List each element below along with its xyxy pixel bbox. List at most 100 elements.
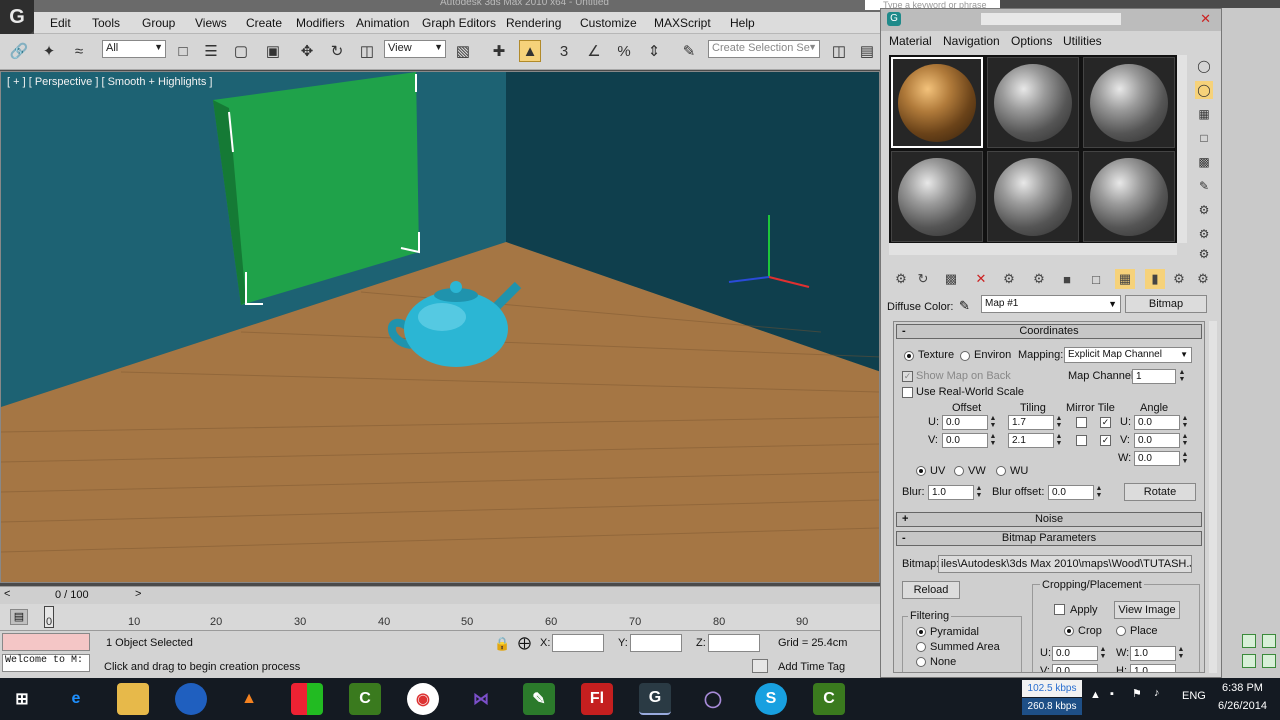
tile-v-checkbox[interactable]: ✓ [1100, 435, 1111, 446]
assign-material-icon[interactable]: ▩ [941, 269, 961, 289]
edit-named-selection-icon[interactable]: ✎ [678, 40, 700, 62]
angle-v-spinner[interactable]: ▲ ▼ [1181, 433, 1189, 448]
blur-spinner[interactable]: ▲ ▼ [975, 485, 983, 500]
offset-v-spinner[interactable]: ▲ ▼ [989, 433, 997, 448]
material-map-navigator-icon[interactable]: ⚙ [1195, 245, 1213, 263]
options-icon[interactable]: ⚙ [1195, 201, 1213, 219]
menu-graph-editors[interactable]: Graph Editors [422, 16, 496, 30]
blur-offset-field[interactable]: 0.0 [1048, 485, 1094, 500]
go-to-parent-icon[interactable]: ▮ [1145, 269, 1165, 289]
noise-rollout-header[interactable]: + Noise [896, 512, 1202, 527]
z-coordinate-field[interactable] [708, 634, 760, 652]
tile-u-checkbox[interactable]: ✓ [1100, 417, 1111, 428]
apply-checkbox[interactable] [1054, 604, 1065, 615]
visual-studio-icon[interactable]: ⋈ [465, 683, 497, 715]
background-icon[interactable]: ▦ [1195, 105, 1213, 123]
skype-icon[interactable]: S [755, 683, 787, 715]
viewport-label[interactable]: [ + ] [ Perspective ] [ Smooth + Highlig… [7, 76, 212, 88]
orbit-icon[interactable] [1262, 654, 1276, 668]
material-editor-titlebar[interactable]: G ✕ [881, 9, 1221, 31]
uv-radio[interactable] [916, 466, 926, 476]
angle-u-field[interactable]: 0.0 [1134, 415, 1180, 430]
menu-customize[interactable]: Customize [580, 16, 637, 30]
flash-icon[interactable]: Fl [581, 683, 613, 715]
menu-modifiers[interactable]: Modifiers [296, 16, 345, 30]
place-radio[interactable] [1116, 626, 1126, 636]
texture-radio[interactable] [904, 351, 914, 361]
crop-radio[interactable] [1064, 626, 1074, 636]
offset-u-spinner[interactable]: ▲ ▼ [989, 415, 997, 430]
move-icon[interactable]: ✥ [296, 40, 318, 62]
video-color-check-icon[interactable]: ▩ [1195, 153, 1213, 171]
maxscript-mini-listener[interactable]: Welcome to M: [2, 654, 90, 672]
slots-scrollbar[interactable] [1177, 55, 1187, 243]
go-forward-icon[interactable]: ⚙ [1169, 269, 1189, 289]
menu-options[interactable]: Options [1011, 34, 1052, 48]
offset-u-field[interactable]: 0.0 [942, 415, 988, 430]
map-channel-field[interactable]: 1 [1132, 369, 1176, 384]
clock-time[interactable]: 6:38 PM [1222, 682, 1263, 694]
crop-v-field[interactable]: 0.0 [1052, 664, 1098, 672]
map-type-button[interactable]: Bitmap [1125, 295, 1207, 313]
summed-area-radio[interactable] [916, 642, 926, 652]
menu-rendering[interactable]: Rendering [506, 16, 561, 30]
pivot-center-icon[interactable]: ▧ [452, 40, 474, 62]
sample-slot-5[interactable] [987, 151, 1079, 242]
camtasia-icon[interactable]: C [349, 683, 381, 715]
tiling-v-field[interactable]: 2.1 [1008, 433, 1054, 448]
angle-w-field[interactable]: 0.0 [1134, 451, 1180, 466]
selection-filter-dropdown[interactable]: All ▼ [102, 40, 166, 58]
slots-hscrollbar[interactable] [889, 243, 1177, 255]
scale-icon[interactable]: ◫ [356, 40, 378, 62]
3ds-max-taskbar-icon[interactable]: G [639, 683, 671, 715]
angle-w-spinner[interactable]: ▲ ▼ [1181, 451, 1189, 466]
menu-tools[interactable]: Tools [92, 16, 120, 30]
map-channel-spinner[interactable]: ▲ ▼ [1178, 369, 1186, 384]
tiling-u-field[interactable]: 1.7 [1008, 415, 1054, 430]
wu-radio[interactable] [996, 466, 1006, 476]
crop-w-spinner[interactable]: ▲ ▼ [1177, 646, 1185, 661]
maxscript-listener-top[interactable] [2, 633, 90, 651]
reset-map-icon[interactable]: ✕ [971, 269, 991, 289]
language-indicator[interactable]: ENG [1182, 690, 1206, 702]
crop-w-field[interactable]: 1.0 [1130, 646, 1176, 661]
window-crossing-icon[interactable]: ▣ [262, 40, 284, 62]
percent-snap-icon[interactable]: % [613, 40, 635, 62]
menu-help[interactable]: Help [730, 16, 755, 30]
uv-tiling-icon[interactable]: □ [1195, 129, 1213, 147]
make-unique-icon[interactable]: ⚙ [999, 269, 1019, 289]
tiling-v-spinner[interactable]: ▲ ▼ [1055, 433, 1063, 448]
orbit-app-icon[interactable]: ◯ [697, 683, 729, 715]
keyboard-shortcut-override-icon[interactable]: ▲ [519, 40, 541, 62]
link-icon[interactable]: 🔗 [8, 40, 30, 62]
menu-views[interactable]: Views [195, 16, 227, 30]
track-bar[interactable]: ▤ 0 10 20 30 40 50 60 70 80 90 [0, 604, 880, 630]
crop-h-field[interactable]: 1.0 [1130, 664, 1176, 672]
align-icon[interactable]: ▤ [856, 40, 878, 62]
spinner-snap-icon[interactable]: ⇕ [643, 40, 665, 62]
unlink-icon[interactable]: ✦ [38, 40, 60, 62]
vw-radio[interactable] [954, 466, 964, 476]
pan-view-icon[interactable] [1242, 654, 1256, 668]
angle-v-field[interactable]: 0.0 [1134, 433, 1180, 448]
mirror-u-checkbox[interactable] [1076, 417, 1087, 428]
environ-radio[interactable] [960, 351, 970, 361]
media-player-icon[interactable] [175, 683, 207, 715]
add-time-tag[interactable]: Add Time Tag [778, 661, 845, 673]
sample-slot-6[interactable] [1083, 151, 1175, 242]
chevron-left-icon[interactable]: < [4, 588, 10, 600]
rotate-icon[interactable]: ↻ [326, 40, 348, 62]
internet-explorer-icon[interactable]: e [60, 683, 92, 715]
absolute-mode-icon[interactable]: ⨁ [518, 635, 531, 651]
mirror-v-checkbox[interactable] [1076, 435, 1087, 446]
lock-icon[interactable]: 🔒 [494, 636, 510, 652]
pyramidal-radio[interactable] [916, 627, 926, 637]
reload-button[interactable]: Reload [902, 581, 960, 599]
bind-space-warp-icon[interactable]: ≈ [68, 40, 90, 62]
zoom-all-icon[interactable] [1262, 634, 1276, 648]
menu-edit[interactable]: Edit [50, 16, 71, 30]
show-map-on-back-checkbox[interactable]: ✓ [902, 371, 913, 382]
mirror-icon[interactable]: ◫ [828, 40, 850, 62]
menu-maxscript[interactable]: MAXScript [654, 16, 711, 30]
none-radio[interactable] [916, 657, 926, 667]
